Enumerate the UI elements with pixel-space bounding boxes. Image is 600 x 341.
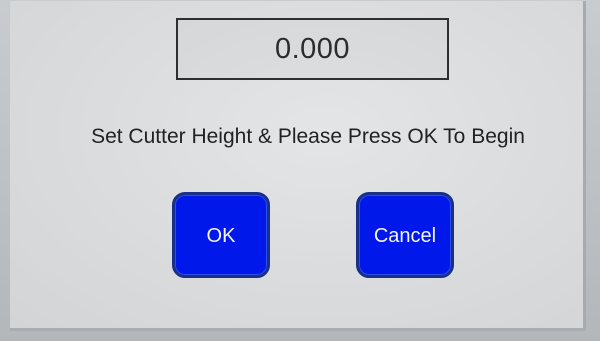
instruction-prompt: Set Cutter Height & Please Press OK To B… — [91, 125, 525, 148]
ok-button[interactable]: OK — [172, 192, 270, 278]
cancel-button-label: Cancel — [373, 224, 437, 247]
height-value-display: 0.000 — [176, 18, 449, 80]
cancel-button[interactable]: Cancel — [356, 192, 454, 278]
ok-button-label: OK — [206, 224, 236, 247]
touch-screen: 0.000 Set Cutter Height & Please Press O… — [10, 1, 586, 331]
height-value: 0.000 — [274, 32, 351, 65]
device-bezel: 0.000 Set Cutter Height & Please Press O… — [0, 0, 600, 341]
